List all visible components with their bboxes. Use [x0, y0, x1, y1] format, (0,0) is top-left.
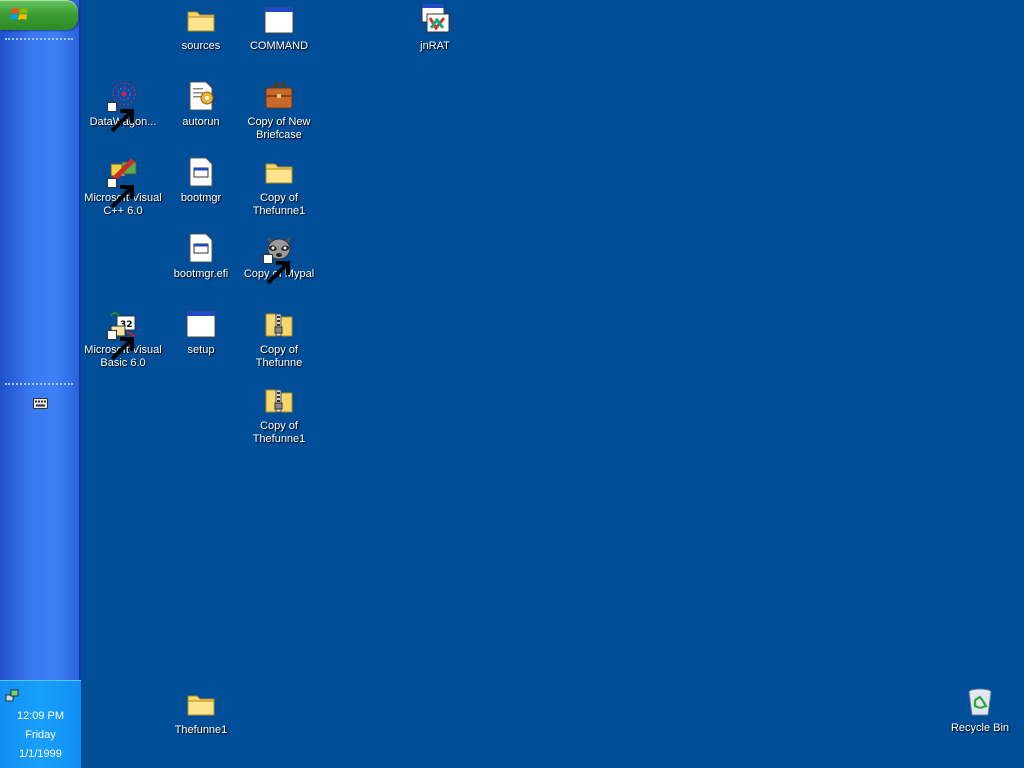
raccoon-icon	[263, 232, 295, 285]
window-app-icon	[185, 308, 217, 340]
settings-file-icon	[185, 80, 217, 112]
taskbar: 12:09 PM Friday 1/1/1999	[0, 0, 81, 768]
fireworks-icon	[107, 80, 139, 133]
java-app-icon	[419, 4, 451, 36]
clock-time: 12:09 PM	[16, 710, 65, 722]
keyboard-icon[interactable]	[33, 398, 48, 409]
desktop-icon-mypal[interactable]: Copy of Mypal	[240, 232, 318, 285]
desktop-icon-sources[interactable]: sources	[162, 4, 240, 53]
icon-label: bootmgr.efi	[173, 268, 229, 280]
visual-cpp-icon	[107, 156, 139, 209]
desktop-icon-copy-thefunne1-zip[interactable]: Copy of Thefunne1	[240, 384, 318, 446]
desktop-icon-copy-thefunne1-folder[interactable]: Copy of Thefunne1	[240, 156, 318, 218]
network-icon[interactable]	[5, 689, 19, 703]
system-file-icon	[185, 156, 217, 188]
system-file-icon	[185, 232, 217, 264]
clock-date: 1/1/1999	[19, 748, 62, 760]
desktop-icon-bootmgr-efi[interactable]: bootmgr.efi	[162, 232, 240, 281]
shortcut-arrow-icon	[107, 330, 134, 361]
clock-tray[interactable]: 12:09 PM Friday 1/1/1999	[0, 680, 81, 768]
clock-day: Friday	[25, 729, 56, 741]
icon-label: Copy of Thefunne	[255, 344, 303, 369]
desktop-icon-autorun[interactable]: autorun	[162, 80, 240, 129]
desktop-icon-visual-cpp[interactable]: Microsoft Visual C++ 6.0	[84, 156, 162, 218]
desktop-icon-briefcase[interactable]: Copy of New Briefcase	[240, 80, 318, 142]
icon-label: autorun	[182, 116, 220, 128]
folder-icon	[185, 688, 217, 720]
windows-logo-icon	[10, 8, 28, 20]
zip-folder-icon	[263, 308, 295, 340]
shortcut-arrow-icon	[107, 178, 134, 209]
desktop-icon-command[interactable]: COMMAND	[240, 4, 318, 53]
desktop-icon-jnrat[interactable]: jnRAT	[396, 4, 474, 53]
quick-launch-separator[interactable]	[5, 38, 73, 40]
icon-label: bootmgr	[180, 192, 222, 204]
icon-label: Thefunne1	[174, 724, 228, 736]
icon-label: setup	[187, 344, 215, 356]
desktop-icon-recycle-bin[interactable]: Recycle Bin	[941, 686, 1019, 735]
desktop-icon-copy-thefunne-zip[interactable]: Copy of Thefunne	[240, 308, 318, 370]
start-button[interactable]	[0, 0, 78, 30]
desktop-icon-datawagon[interactable]: DataWagon...	[84, 80, 162, 133]
folder-icon	[185, 4, 217, 36]
window-app-icon	[263, 4, 295, 36]
folder-icon	[263, 156, 295, 188]
desktop-icon-setup[interactable]: setup	[162, 308, 240, 357]
zip-folder-icon	[263, 384, 295, 416]
icon-label: jnRAT	[420, 40, 450, 52]
desktop-icon-visual-basic[interactable]: 32 Microsoft Visual Basic 6.0	[84, 308, 162, 370]
icon-label: COMMAND	[249, 40, 309, 52]
icon-label: Copy of Thefunne1	[252, 192, 306, 217]
icon-label: Copy of New Briefcase	[247, 116, 311, 141]
tray-separator[interactable]	[5, 383, 73, 385]
briefcase-icon	[263, 80, 295, 112]
icon-label: Recycle Bin	[950, 722, 1010, 734]
visual-basic-icon: 32	[107, 308, 139, 361]
shortcut-arrow-icon	[263, 254, 290, 285]
icon-label: Copy of Thefunne1	[252, 420, 306, 445]
recycle-bin-icon	[964, 686, 996, 718]
shortcut-arrow-icon	[107, 102, 134, 133]
desktop-icon-thefunne1[interactable]: Thefunne1	[162, 688, 240, 737]
desktop-icon-bootmgr[interactable]: bootmgr	[162, 156, 240, 205]
icon-label: sources	[181, 40, 221, 52]
